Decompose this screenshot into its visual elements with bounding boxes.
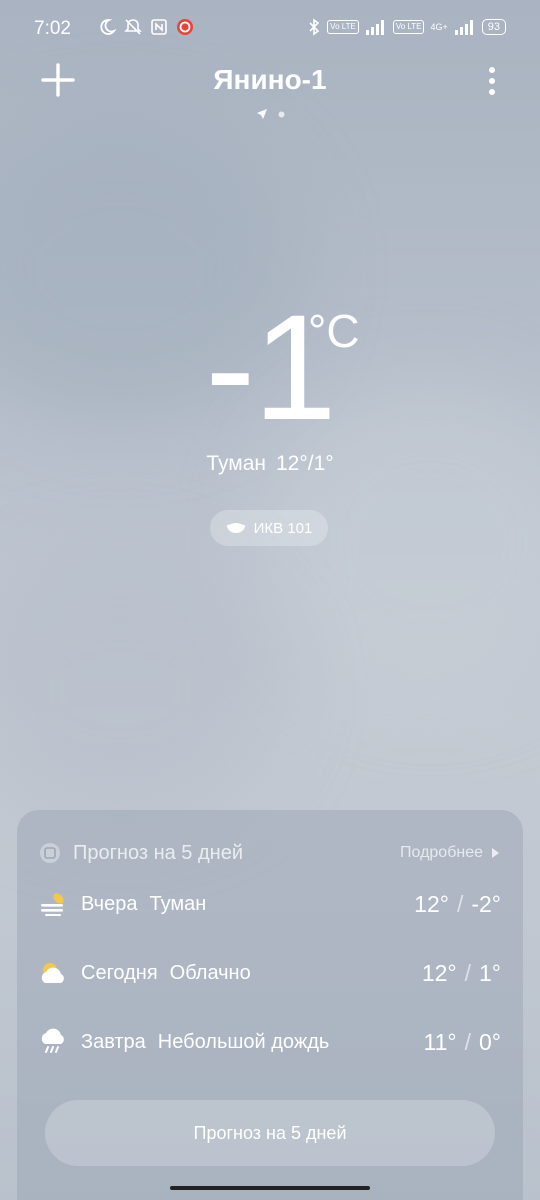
forecast-temps: 12° / 1° [422,960,501,987]
signal-icon-2 [454,20,473,35]
record-icon [177,19,193,35]
forecast-condition: Облачно [169,961,251,984]
forecast-more-label: Подробнее [400,844,483,861]
forecast-more-link[interactable]: Подробнее [400,844,499,862]
forecast-row-yesterday[interactable]: Вчера Туман 12° / -2° [39,884,501,924]
temp-separator: / [456,890,464,917]
forecast-high: 11° [423,1028,457,1055]
forecast-day: Вчера [81,892,138,915]
temp-separator: / [464,959,471,986]
forecast-condition: Туман [149,892,207,915]
temp-separator: / [464,1028,471,1055]
forecast-title: Прогноз на 5 дней [73,841,243,864]
nfc-icon [151,19,167,35]
fog-icon [41,893,64,916]
bell-off-icon [124,19,142,35]
city-title: Янино-1 [213,64,327,95]
forecast-row-tomorrow[interactable]: Завтра Небольшой дождь 11° / 0° [39,1022,501,1062]
moon-icon [100,19,116,35]
volte-badge-2: Vo LTE [392,20,425,34]
location-arrow-icon [256,109,267,119]
forecast-header: Прогноз на 5 дней Подробнее [39,838,499,868]
mask-icon [226,523,245,533]
forecast-row-today[interactable]: Сегодня Облачно 12° / 1° [39,953,501,993]
condition-text: Туман [206,452,266,475]
five-day-forecast-button[interactable]: Прогноз на 5 дней [45,1100,495,1166]
forecast-card: Прогноз на 5 дней Подробнее Вчера Туман … [17,810,523,1200]
status-time: 7:02 [34,18,71,39]
forecast-low: -2° [471,890,501,917]
page-indicator [0,108,540,120]
bluetooth-icon [309,18,320,36]
cloudy-icon [41,963,64,983]
forecast-condition: Небольшой дождь [157,1030,330,1053]
home-indicator[interactable] [170,1186,370,1190]
forecast-high: 12° [421,959,457,986]
forecast-temps: 11° / 0° [424,1029,501,1056]
current-condition: Туман 12°/1° [0,452,540,476]
high-low-text: 12°/1° [275,452,334,475]
aqi-badge[interactable]: ИКВ 101 [210,510,328,546]
network-type: 4G+ [430,22,448,32]
status-bar: 7:02 Vo LTE Vo LTE 4G+ 93 [0,0,540,60]
light-rain-icon [41,1028,64,1053]
aqi-label: ИКВ 101 [253,519,313,537]
caret-right-icon [492,848,499,858]
forecast-temps: 12° / -2° [414,891,501,918]
forecast-day: Завтра [81,1030,146,1053]
forecast-day: Сегодня [81,961,158,984]
forecast-low: 0° [479,1028,501,1055]
current-temperature: -1 °C [0,292,540,442]
more-options-button[interactable] [484,66,500,98]
temperature-unit: °C [308,305,360,357]
volte-badge-1: Vo LTE [327,20,359,34]
forecast-low: 1° [479,959,501,986]
page-dot [278,111,284,117]
forecast-high: 12° [414,890,449,917]
signal-icon-1 [365,20,384,35]
calendar-icon [40,843,60,863]
battery-indicator: 93 [481,19,506,35]
